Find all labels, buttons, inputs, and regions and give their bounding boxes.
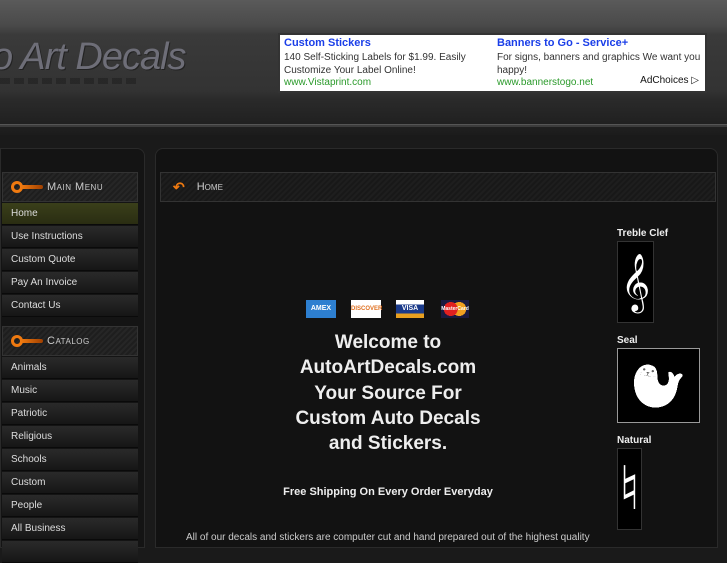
visa-card-icon: VISA (396, 300, 424, 318)
menu-item-custom-quote[interactable]: Custom Quote (2, 249, 138, 271)
featured-label[interactable]: Seal (617, 335, 638, 346)
menu-item-use-instructions[interactable]: Use Instructions (2, 226, 138, 248)
menu-item-pay-invoice[interactable]: Pay An Invoice (2, 272, 138, 294)
intro-paragraph: All of our decals and stickers are compu… (186, 532, 590, 543)
logo-tagline-decoration (0, 78, 140, 84)
main-menu-header: Main Menu (2, 172, 138, 202)
site-logo[interactable]: o Art Decals (0, 36, 187, 79)
catalog-item-people[interactable]: People (2, 495, 138, 517)
welcome-heading: Welcome to AutoArtDecals.com Your Source… (270, 330, 506, 456)
catalog-item-music[interactable]: Music (2, 380, 138, 402)
catalog-title: Catalog (47, 335, 90, 347)
flame-icon (11, 180, 43, 194)
menu-item-contact-us[interactable]: Contact Us (2, 295, 138, 317)
catalog-header: Catalog (2, 326, 138, 356)
catalog-item-schools[interactable]: Schools (2, 449, 138, 471)
menu-item-home[interactable]: Home (2, 203, 138, 225)
catalog-item-more[interactable] (2, 541, 138, 563)
catalog-item-all-business[interactable]: All Business (2, 518, 138, 540)
natural-sign-decal-image[interactable]: ♮ (617, 448, 642, 530)
welcome-line: Your Source For (314, 382, 462, 404)
ad-title[interactable]: Custom Stickers (284, 37, 489, 50)
catalog-item-patriotic[interactable]: Patriotic (2, 403, 138, 425)
welcome-line: Welcome to (334, 332, 442, 353)
adchoices-link[interactable]: AdChoices ▷ (640, 75, 699, 86)
breadcrumb-home[interactable]: Home (197, 181, 223, 193)
catalog-item-religious[interactable]: Religious (2, 426, 138, 448)
catalog-item-animals[interactable]: Animals (2, 357, 138, 379)
ad-url[interactable]: www.Vistaprint.com (284, 77, 489, 89)
seal-decal-image[interactable]: 🦭 (617, 348, 700, 423)
header-divider (0, 124, 727, 127)
adchoices-icon: ▷ (691, 75, 699, 86)
ad-title[interactable]: Banners to Go - Service+ (497, 37, 702, 50)
ad-description: For signs, banners and graphics We want … (497, 52, 701, 76)
arrow-icon: ↶ (173, 178, 185, 195)
free-shipping-text: Free Shipping On Every Order Everyday (283, 486, 493, 498)
adchoices-label: AdChoices (640, 75, 689, 86)
treble-clef-decal-image[interactable]: 𝄞 (617, 241, 654, 323)
flame-icon (11, 334, 43, 348)
main-menu-title: Main Menu (47, 181, 104, 193)
welcome-line: Custom Auto Decals (295, 407, 481, 429)
discover-card-icon: DISCOVER (351, 300, 382, 318)
featured-label[interactable]: Treble Clef (617, 228, 668, 239)
mastercard-icon: MasterCard (441, 300, 469, 318)
ad-banner: Custom Stickers 140 Self-Sticking Labels… (278, 33, 707, 93)
amex-card-icon: AMEX (306, 300, 336, 318)
catalog-item-custom[interactable]: Custom (2, 472, 138, 494)
welcome-line: and Stickers. (328, 433, 448, 455)
welcome-line: AutoArtDecals.com (299, 357, 477, 379)
ad-item[interactable]: Custom Stickers 140 Self-Sticking Labels… (284, 37, 489, 89)
breadcrumb: ↶ Home (160, 172, 716, 202)
featured-label[interactable]: Natural (617, 435, 651, 446)
ad-description: 140 Self-Sticking Labels for $1.99. Easi… (284, 52, 466, 76)
